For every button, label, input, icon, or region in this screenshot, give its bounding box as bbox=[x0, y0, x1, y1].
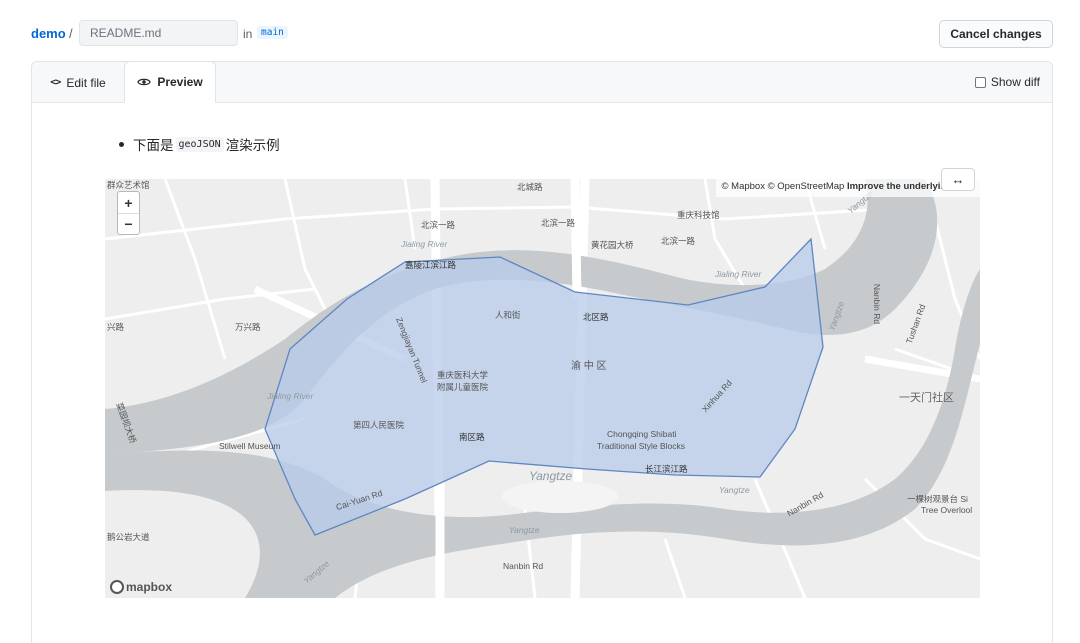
preview-content: 下面是 geoJSON 渲染示例 群众艺术馆 北城路 重庆科技馆 北滨一路 北滨… bbox=[32, 103, 1052, 643]
mapbox-logo-text: mapbox bbox=[126, 580, 173, 594]
map-label: 南区路 bbox=[459, 432, 485, 442]
map-label: Nanbin Rd bbox=[872, 283, 883, 325]
map-label: 万兴路 bbox=[235, 322, 261, 332]
list-item: 下面是 geoJSON 渲染示例 bbox=[119, 134, 280, 154]
map-label: Chongqing Shibati bbox=[607, 429, 677, 439]
editor-tabbar: <> Edit file Preview Show diff bbox=[32, 61, 1052, 103]
map-label: 重庆科技馆 bbox=[677, 210, 720, 220]
map-label: 北滨一路 bbox=[421, 220, 456, 230]
map-label: 渝 中 区 bbox=[571, 361, 607, 372]
code-icon: <> bbox=[50, 77, 61, 88]
tab-edit-file[interactable]: <> Edit file bbox=[32, 62, 124, 103]
preview-text-before: 下面是 bbox=[133, 138, 174, 153]
zoom-in-button[interactable]: + bbox=[118, 192, 139, 213]
river-island bbox=[502, 481, 618, 513]
map-canvas[interactable] bbox=[105, 179, 980, 598]
map-label: 鹅公岩大道 bbox=[107, 532, 150, 542]
zoom-control: + − bbox=[117, 191, 140, 235]
map-label: Nanbin Rd bbox=[503, 561, 544, 571]
map-label: Yangtze bbox=[719, 485, 750, 495]
mapbox-logo-icon bbox=[110, 580, 124, 594]
geojson-map[interactable]: 群众艺术馆 北城路 重庆科技馆 北滨一路 北滨一路 北滨一路 Jialing R… bbox=[105, 179, 980, 598]
file-editor: <> Edit file Preview Show diff 下面是 geoJS… bbox=[31, 61, 1053, 643]
attribution-links[interactable]: © Mapbox © OpenStreetMap bbox=[722, 181, 845, 192]
branch-badge: main bbox=[257, 26, 288, 39]
map-label: 长江滨江路 bbox=[645, 464, 688, 474]
filename-input[interactable] bbox=[79, 20, 238, 46]
improve-map-link[interactable]: Improve the underlying bbox=[847, 181, 952, 192]
show-diff-checkbox[interactable] bbox=[974, 76, 986, 88]
map-label: Jialing River bbox=[401, 239, 448, 249]
map-label: 人和街 bbox=[495, 310, 521, 320]
expand-arrows-icon: ↔ bbox=[951, 172, 965, 187]
preview-text-after: 渲染示例 bbox=[225, 138, 280, 153]
show-diff-toggle[interactable]: Show diff bbox=[974, 75, 1040, 89]
cancel-changes-button[interactable]: Cancel changes bbox=[939, 20, 1053, 48]
tab-preview-label: Preview bbox=[157, 75, 203, 89]
repo-link[interactable]: demo bbox=[31, 26, 66, 41]
map-label: Jialing River bbox=[267, 391, 314, 401]
zoom-out-button[interactable]: − bbox=[118, 213, 139, 234]
inline-code: geoJSON bbox=[175, 136, 224, 152]
map-label: 一棵树观景台 Si bbox=[907, 494, 968, 504]
expand-map-button[interactable]: ↔ bbox=[941, 168, 975, 191]
map-label: Traditional Style Blocks bbox=[597, 441, 686, 451]
tab-preview[interactable]: Preview bbox=[124, 61, 216, 103]
map-label: 群众艺术馆 bbox=[107, 180, 150, 190]
map-label: Yangtze bbox=[529, 469, 573, 483]
bullet-icon bbox=[119, 141, 124, 147]
map-label: Yangtze bbox=[509, 525, 540, 535]
map-label: 黄花园大桥 bbox=[591, 240, 634, 250]
map-label: 一天门社区 bbox=[899, 392, 954, 404]
edit-header: demo / in main Cancel changes bbox=[31, 20, 1053, 48]
map-label: 兴路 bbox=[107, 322, 125, 332]
map-label: 第四人民医院 bbox=[353, 420, 405, 430]
path-separator: / bbox=[69, 26, 73, 41]
map-label: 北滨一路 bbox=[661, 236, 696, 246]
eye-icon bbox=[137, 78, 152, 86]
map-label: Tree Overlool bbox=[921, 505, 973, 515]
map-label: 嘉陵江滨江路 bbox=[405, 260, 457, 270]
map-label: Jialing River bbox=[715, 269, 762, 279]
map-label: 附属儿童医院 bbox=[437, 382, 489, 392]
tab-edit-file-label: Edit file bbox=[66, 75, 106, 90]
map-label: 重庆医科大学 bbox=[437, 370, 489, 380]
show-diff-label: Show diff bbox=[990, 75, 1040, 89]
map-label: 北城路 bbox=[517, 182, 543, 192]
map-label: 北滨一路 bbox=[541, 218, 576, 228]
mapbox-logo[interactable]: mapbox bbox=[110, 580, 172, 594]
map-label: Stilwell Museum bbox=[219, 441, 281, 451]
in-label: in bbox=[243, 27, 253, 41]
map-label: 北区路 bbox=[583, 312, 609, 322]
